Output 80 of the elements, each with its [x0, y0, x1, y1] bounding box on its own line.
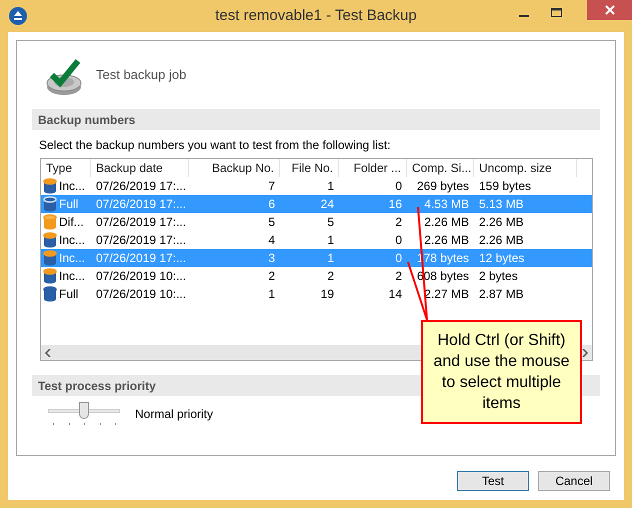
- table-cell: 5: [327, 215, 334, 229]
- column-header[interactable]: Uncomp. size: [474, 159, 577, 177]
- section-header: Backup numbers: [32, 109, 600, 130]
- table-cell: 2: [395, 215, 402, 229]
- column-header[interactable]: Type: [41, 159, 91, 177]
- table-cell: 5.13 MB: [479, 197, 524, 211]
- table-cell: 16: [388, 197, 402, 211]
- table-cell: 4: [268, 233, 275, 247]
- close-icon: [604, 5, 614, 15]
- table-cell: 07/26/2019 17:...: [96, 233, 186, 247]
- table-cell: 5: [268, 215, 275, 229]
- table-cell-text: Inc...: [59, 268, 86, 285]
- eject-icon[interactable]: [9, 7, 27, 25]
- table-cell: 159 bytes: [479, 179, 532, 193]
- column-header[interactable]: Backup date: [91, 159, 189, 177]
- table-cell: 2: [327, 269, 334, 283]
- table-cell: 0: [395, 251, 402, 265]
- list-row[interactable]: Dif... 07/26/2019 17:... 5 5 2 2.26 MB 2.26 MB: [41, 213, 592, 231]
- callout-tooltip: Hold Ctrl (or Shift) and use the mouse to select multiple items: [421, 320, 582, 424]
- table-cell: 0: [395, 179, 402, 193]
- database-icon: [43, 178, 57, 194]
- table-cell: 07/26/2019 10:...: [96, 287, 186, 301]
- table-cell: 2.26 MB: [424, 233, 469, 247]
- table-cell: 1: [327, 251, 334, 265]
- table-cell: 2.26 MB: [424, 215, 469, 229]
- table-cell-text: Inc...: [59, 178, 86, 195]
- table-cell-text: Inc...: [59, 250, 86, 267]
- table-cell: 07/26/2019 17:...: [96, 197, 186, 211]
- database-icon: [43, 250, 57, 266]
- table-cell: 6: [268, 197, 275, 211]
- table-cell: 4.53 MB: [424, 197, 469, 211]
- table-cell: 0: [395, 233, 402, 247]
- database-icon: [43, 214, 57, 230]
- list-row[interactable]: Inc... 07/26/2019 17:... 4 1 0 2.26 MB 2.26 MB: [41, 231, 592, 249]
- table-cell-text: Full: [59, 286, 78, 303]
- test-button[interactable]: Test: [457, 471, 529, 491]
- table-cell: 2.87 MB: [479, 287, 524, 301]
- table-cell: 07/26/2019 10:...: [96, 269, 186, 283]
- table-cell: 1: [327, 179, 334, 193]
- cancel-button[interactable]: Cancel: [538, 471, 610, 491]
- close-button[interactable]: [587, 0, 632, 20]
- table-cell: 2 bytes: [479, 269, 518, 283]
- list-row[interactable]: Inc... 07/26/2019 17:... 7 1 0 269 bytes 159 bytes: [41, 177, 592, 195]
- column-header[interactable]: Comp. Si...: [407, 159, 474, 177]
- table-cell: 1: [268, 287, 275, 301]
- database-icon: [43, 232, 57, 248]
- database-icon: [43, 286, 57, 302]
- column-header[interactable]: File No.: [280, 159, 339, 177]
- column-header[interactable]: Folder ...: [339, 159, 407, 177]
- database-icon: [43, 196, 57, 212]
- scroll-left-icon[interactable]: [44, 348, 52, 356]
- table-cell: 07/26/2019 17:...: [96, 179, 186, 193]
- column-header[interactable]: Backup No.: [189, 159, 280, 177]
- table-cell: 14: [388, 287, 402, 301]
- instruction-text: Select the backup numbers you want to test from the following list:: [39, 137, 392, 154]
- table-cell: 3: [268, 251, 275, 265]
- table-cell-text: Full: [59, 196, 78, 213]
- window-title: test removable1 - Test Backup: [214, 6, 418, 26]
- table-cell-text: Inc...: [59, 232, 86, 249]
- priority-label: Normal priority: [135, 406, 214, 423]
- table-cell: 07/26/2019 17:...: [96, 251, 186, 265]
- table-cell: 2.26 MB: [479, 233, 524, 247]
- table-cell: 12 bytes: [479, 251, 524, 265]
- table-cell: 269 bytes: [416, 179, 469, 193]
- priority-slider[interactable]: [48, 402, 120, 426]
- table-cell: 1: [327, 233, 334, 247]
- maximize-icon[interactable]: [551, 8, 563, 18]
- table-cell: 2.26 MB: [479, 215, 524, 229]
- table-cell: 2: [268, 269, 275, 283]
- table-cell-text: Dif...: [59, 214, 84, 231]
- job-title: Test backup job: [96, 66, 186, 84]
- table-cell: 2: [395, 269, 402, 283]
- table-cell: 24: [320, 197, 334, 211]
- table-cell: 7: [268, 179, 275, 193]
- slider-thumb[interactable]: [79, 402, 89, 419]
- scroll-right-icon[interactable]: [581, 348, 589, 356]
- table-cell: 07/26/2019 17:...: [96, 215, 186, 229]
- minimize-icon[interactable]: [519, 15, 531, 19]
- table-cell: 19: [320, 287, 334, 301]
- database-icon: [43, 268, 57, 284]
